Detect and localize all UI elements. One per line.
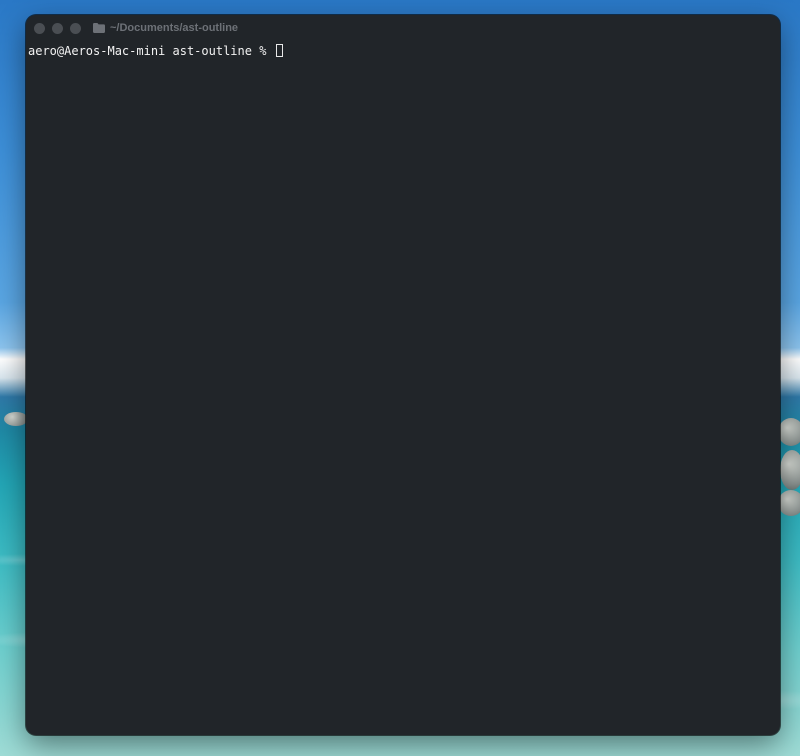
text-cursor <box>275 44 283 57</box>
window-title-text: ~/Documents/ast-outline <box>110 22 239 34</box>
terminal-window[interactable]: ~/Documents/ast-outline aero@Aeros-Mac-m… <box>26 15 780 735</box>
close-button[interactable] <box>34 22 45 34</box>
window-titlebar[interactable]: ~/Documents/ast-outline <box>26 15 780 41</box>
rock-left <box>4 412 28 426</box>
window-controls <box>34 22 81 34</box>
minimize-button[interactable] <box>52 22 63 34</box>
rock-right-2 <box>780 450 800 490</box>
zoom-button[interactable] <box>70 22 81 34</box>
folder-icon <box>93 23 105 33</box>
rock-right-3 <box>778 490 800 516</box>
window-title: ~/Documents/ast-outline <box>93 22 238 34</box>
shell-prompt: aero@Aeros-Mac-mini ast-outline % <box>28 44 274 58</box>
rock-right-1 <box>778 418 800 446</box>
terminal-output[interactable]: aero@Aeros-Mac-mini ast-outline % <box>26 41 780 61</box>
